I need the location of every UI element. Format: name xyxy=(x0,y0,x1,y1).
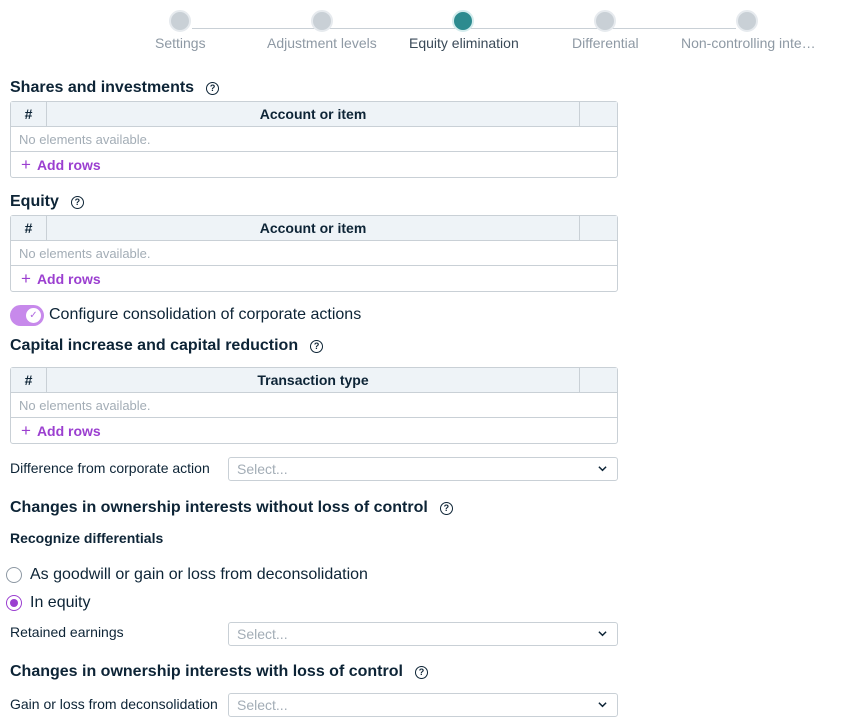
help-icon[interactable]: ? xyxy=(439,501,453,515)
plus-icon: + xyxy=(21,421,31,440)
add-rows-button[interactable]: + Add rows xyxy=(11,152,617,177)
col-transaction-type[interactable]: Transaction type xyxy=(47,368,580,392)
equity-title-text: Equity xyxy=(10,193,59,210)
chevron-down-icon xyxy=(598,702,607,708)
step-dot-active xyxy=(452,10,474,32)
help-icon[interactable]: ? xyxy=(310,339,324,353)
gain-loss-deconsolidation-label: Gain or loss from deconsolidation xyxy=(10,696,218,712)
add-rows-label: Add rows xyxy=(36,156,101,173)
with-loss-section-title: Changes in ownership interests with loss… xyxy=(10,663,428,681)
recognize-differentials-label: Recognize differentials xyxy=(10,530,164,546)
chevron-down-icon xyxy=(598,631,607,637)
help-icon[interactable]: ? xyxy=(414,665,428,679)
help-icon[interactable]: ? xyxy=(206,81,220,95)
select-placeholder: Select... xyxy=(237,461,288,477)
col-number[interactable]: # xyxy=(11,216,47,240)
add-rows-label: Add rows xyxy=(36,270,101,287)
difference-field-label: Difference from corporate action xyxy=(10,460,210,476)
radio-label: As goodwill or gain or loss from deconso… xyxy=(30,566,368,583)
shares-section-title: Shares and investments ? xyxy=(10,79,220,97)
without-loss-section-title: Changes in ownership interests without l… xyxy=(10,499,453,517)
shares-grid: # Account or item No elements available.… xyxy=(10,101,618,178)
chevron-down-icon xyxy=(598,466,607,472)
capital-grid: # Transaction type No elements available… xyxy=(10,367,618,444)
capital-title-text: Capital increase and capital reduction xyxy=(10,337,299,354)
corporate-actions-toggle-label[interactable]: Configure consolidation of corporate act… xyxy=(49,306,361,324)
corporate-actions-toggle[interactable]: ✓ xyxy=(10,305,44,326)
col-actions xyxy=(580,368,617,392)
col-account-or-item[interactable]: Account or item xyxy=(47,216,580,240)
step-label: Differential xyxy=(572,35,639,51)
check-icon: ✓ xyxy=(26,308,41,323)
equity-section-title: Equity ? xyxy=(10,193,84,211)
step-label: Adjustment levels xyxy=(267,35,377,51)
equity-grid: # Account or item No elements available.… xyxy=(10,215,618,292)
difference-select[interactable]: Select... xyxy=(228,457,618,481)
plus-icon: + xyxy=(21,155,31,174)
retained-earnings-label: Retained earnings xyxy=(10,624,124,640)
with-loss-title-text: Changes in ownership interests with loss… xyxy=(10,663,403,680)
select-placeholder: Select... xyxy=(237,626,288,642)
select-placeholder: Select... xyxy=(237,697,288,713)
retained-earnings-select[interactable]: Select... xyxy=(228,622,618,646)
col-account-or-item[interactable]: Account or item xyxy=(47,102,580,126)
radio-button[interactable] xyxy=(6,567,22,583)
plus-icon: + xyxy=(21,269,31,288)
step-label: Non-controlling inte… xyxy=(681,35,816,51)
col-actions xyxy=(580,102,617,126)
capital-section-title: Capital increase and capital reduction ? xyxy=(10,337,324,355)
grid-empty-message: No elements available. xyxy=(11,393,617,418)
col-number[interactable]: # xyxy=(11,102,47,126)
grid-empty-message: No elements available. xyxy=(11,127,617,152)
gain-loss-deconsolidation-select[interactable]: Select... xyxy=(228,693,618,717)
radio-button-checked[interactable] xyxy=(6,595,22,611)
step-label: Settings xyxy=(155,35,206,51)
col-actions xyxy=(580,216,617,240)
radio-goodwill[interactable]: As goodwill or gain or loss from deconso… xyxy=(6,566,368,584)
shares-title-text: Shares and investments xyxy=(10,79,195,96)
help-icon[interactable]: ? xyxy=(70,195,84,209)
radio-in-equity[interactable]: In equity xyxy=(6,594,90,612)
add-rows-button[interactable]: + Add rows xyxy=(11,266,617,291)
grid-header: # Account or item xyxy=(11,216,617,241)
step-dot xyxy=(736,10,758,32)
step-dot xyxy=(594,10,616,32)
col-number[interactable]: # xyxy=(11,368,47,392)
grid-header: # Account or item xyxy=(11,102,617,127)
add-rows-button[interactable]: + Add rows xyxy=(11,418,617,443)
step-dot xyxy=(311,10,333,32)
wizard-stepper: Settings Adjustment levels Equity elimin… xyxy=(0,8,844,58)
step-label: Equity elimination xyxy=(409,35,519,51)
radio-dot xyxy=(10,599,18,607)
without-loss-title-text: Changes in ownership interests without l… xyxy=(10,499,428,516)
grid-empty-message: No elements available. xyxy=(11,241,617,266)
grid-header: # Transaction type xyxy=(11,368,617,393)
add-rows-label: Add rows xyxy=(36,422,101,439)
radio-label: In equity xyxy=(30,594,91,611)
step-dot xyxy=(169,10,191,32)
